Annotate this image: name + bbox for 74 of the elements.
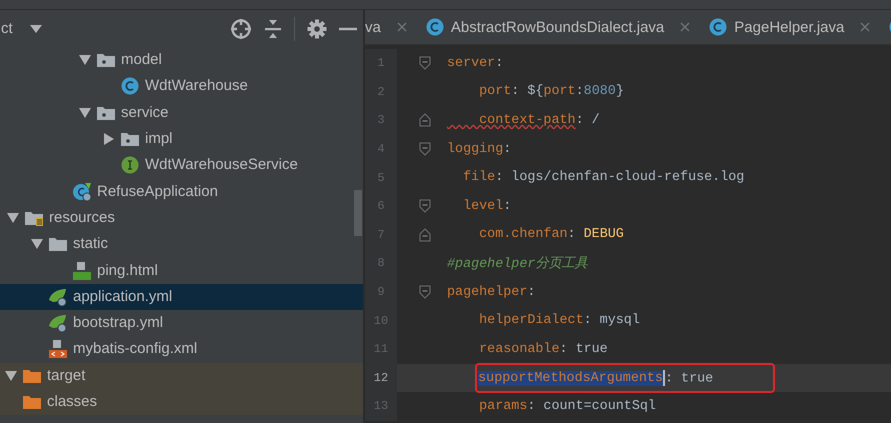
- code-line: params: count=countSql: [478, 398, 656, 416]
- tree-row[interactable]: service: [0, 100, 363, 126]
- tree-row[interactable]: bootstrap.yml: [0, 310, 363, 336]
- tree-item-label: WdtWarehouseService: [145, 156, 298, 174]
- panel-title[interactable]: ct: [1, 20, 13, 37]
- tree-item-label: impl: [145, 130, 173, 148]
- spring-class-icon: [72, 182, 92, 202]
- tree-item-label: bootstrap.yml: [73, 314, 164, 332]
- fold-marker-icon[interactable]: [419, 285, 431, 300]
- code-line: helperDialect: mysql: [478, 312, 640, 330]
- tree-item-label: model: [121, 51, 162, 70]
- code-line: file: logs/chenfan-cloud-refuse.log: [462, 169, 744, 188]
- tree-row[interactable]: impl: [0, 126, 363, 152]
- code-line: logging:: [447, 140, 512, 159]
- tree-item-label: target: [47, 366, 86, 385]
- editor-tab[interactable]: AbstractRowBoundsDialect.java: [418, 10, 702, 44]
- tree-row[interactable]: application.yml: [0, 284, 363, 310]
- class-icon: [120, 76, 140, 96]
- settings-icon[interactable]: [307, 18, 327, 38]
- code-line: pagehelper:: [447, 284, 536, 302]
- highlighted-code-line: supportMethodsArguments: true: [477, 364, 774, 392]
- tree-row[interactable]: resources: [0, 204, 363, 232]
- tree-row[interactable]: target: [0, 362, 363, 389]
- expanded-arrow-icon[interactable]: [5, 370, 17, 382]
- tree-item-label: service: [121, 104, 169, 122]
- code-line: com.chenfan: DEBUG: [478, 226, 624, 244]
- tree-item-label: application.yml: [73, 288, 172, 306]
- collapsed-arrow-icon[interactable]: [103, 133, 115, 146]
- expanded-arrow-icon[interactable]: [7, 212, 19, 224]
- tree-item-label: classes: [47, 393, 98, 411]
- tree-item-label: ping.html: [97, 262, 158, 280]
- code-line: reasonable: true: [478, 340, 608, 359]
- fold-marker-icon[interactable]: [419, 113, 431, 128]
- interface-icon: [120, 155, 140, 176]
- class-icon: [708, 17, 728, 37]
- fold-marker-icon[interactable]: [419, 56, 431, 70]
- tree-row[interactable]: static: [0, 231, 363, 258]
- tree-item-label: resources: [49, 208, 115, 227]
- tree-row[interactable]: RefuseApplication: [0, 178, 363, 205]
- collapse-all-icon[interactable]: [264, 18, 282, 40]
- tree-item-label: static: [73, 235, 108, 254]
- editor-tab[interactable]: PageHelper.java: [702, 10, 882, 44]
- xml-file-icon: [48, 339, 68, 360]
- tree-row[interactable]: mybatis-config.xml: [0, 336, 363, 363]
- tree-row[interactable]: classes: [0, 388, 363, 416]
- fold-marker-icon[interactable]: [419, 228, 431, 242]
- scrollbar-thumb[interactable]: [354, 190, 362, 236]
- text-cursor: [662, 370, 665, 386]
- editor-tab[interactable]: va: [365, 10, 419, 44]
- tree-row[interactable]: model: [0, 47, 363, 74]
- crosshair-icon[interactable]: [230, 18, 252, 40]
- tree-row[interactable]: WdtWarehouse: [0, 73, 363, 100]
- tree-item-label: WdtWarehouse: [145, 77, 248, 96]
- minimize-icon[interactable]: [339, 26, 357, 30]
- expanded-arrow-icon[interactable]: [79, 106, 91, 119]
- line-number: 12: [365, 364, 397, 392]
- code-line: server:: [447, 54, 504, 73]
- tree-row[interactable]: WdtWarehouseService: [0, 152, 363, 178]
- fold-marker-icon[interactable]: [419, 199, 431, 214]
- tree-item-label: mybatis-config.xml: [73, 340, 198, 358]
- class-icon: [424, 17, 445, 37]
- tree-item-label: RefuseApplication: [97, 182, 218, 201]
- code-line: level:: [462, 198, 512, 216]
- code-line: #pagehelper分页工具: [447, 255, 588, 274]
- code-line: port: ${port:8080}: [478, 83, 624, 102]
- fold-marker-icon[interactable]: [419, 142, 431, 156]
- html-file-icon: [72, 260, 92, 281]
- expanded-arrow-icon[interactable]: [79, 54, 91, 66]
- dropdown-caret-icon[interactable]: [28, 24, 43, 34]
- spring-config-icon: [48, 286, 68, 307]
- tree-row[interactable]: ping.html: [0, 257, 363, 284]
- code-line: context-path: /: [478, 112, 600, 130]
- expanded-arrow-icon[interactable]: [31, 238, 43, 250]
- spring-config-icon: [48, 313, 68, 334]
